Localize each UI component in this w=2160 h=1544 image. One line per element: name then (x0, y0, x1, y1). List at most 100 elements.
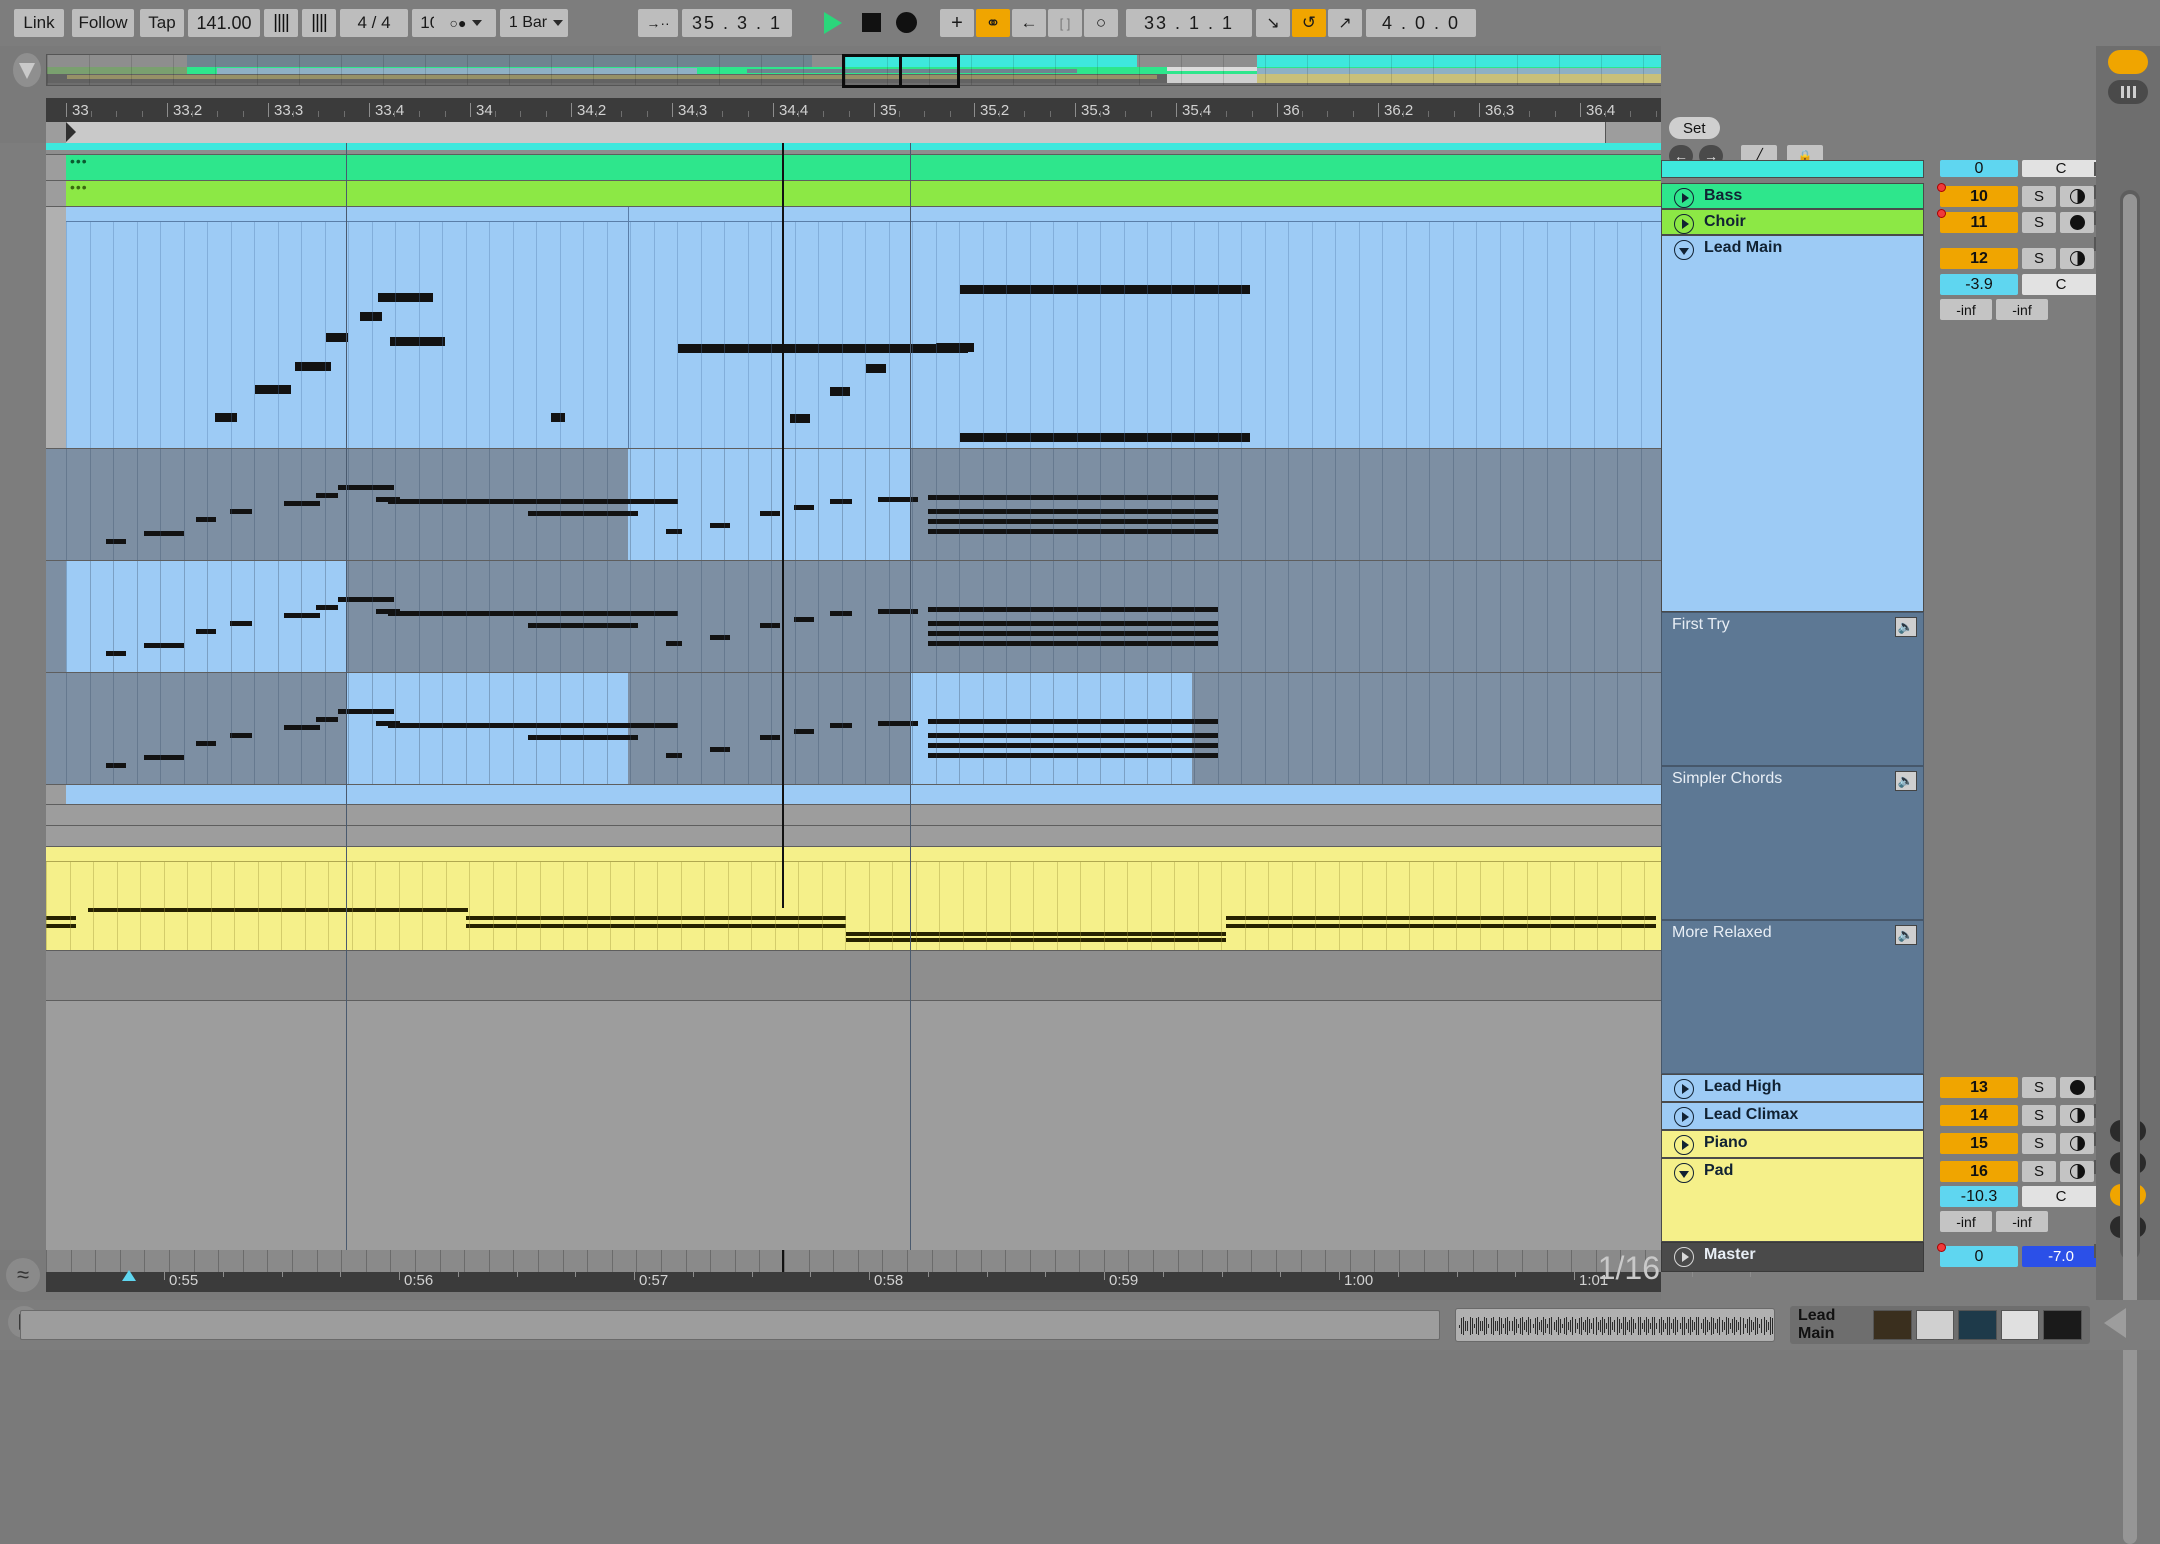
midi-note[interactable] (255, 385, 291, 394)
midi-note[interactable] (794, 729, 814, 734)
track-lane-piano[interactable] (46, 826, 1661, 847)
volume-field[interactable]: -10.3 (1940, 1186, 2018, 1207)
solo-button[interactable]: S (2022, 1105, 2056, 1126)
arm-button[interactable] (2060, 1133, 2094, 1154)
pan-control[interactable]: C (2022, 160, 2100, 177)
punch-in-button[interactable]: →·· (638, 9, 678, 37)
track-header-choir[interactable]: Choir (1661, 209, 1924, 235)
track-name[interactable]: Choir (1704, 213, 1746, 231)
midi-note[interactable] (196, 741, 216, 746)
track-fold-button[interactable] (1674, 214, 1694, 234)
playhead[interactable] (782, 143, 784, 908)
take-lane-header-simpler-chords[interactable]: Simpler Chords 🔈 (1661, 766, 1924, 920)
session-view-button[interactable] (2108, 50, 2148, 74)
midi-note[interactable] (88, 908, 468, 912)
take-clip-selected[interactable] (346, 673, 628, 784)
track-fold-button[interactable] (1674, 1135, 1694, 1155)
midi-note[interactable] (928, 607, 1218, 612)
overview-selection-frame[interactable] (842, 54, 960, 88)
device-thumbnail[interactable] (1873, 1310, 1912, 1340)
midi-note[interactable] (710, 747, 730, 752)
track-header-lead-high[interactable]: Lead High (1661, 1074, 1924, 1102)
midi-note[interactable] (928, 621, 1218, 626)
track-fold-button[interactable] (1674, 1247, 1694, 1267)
midi-note[interactable] (928, 719, 1218, 724)
midi-note[interactable] (230, 509, 252, 514)
midi-note[interactable] (830, 499, 852, 504)
track-header-piano[interactable]: Piano (1661, 1130, 1924, 1158)
tempo-field[interactable]: 141.00 (188, 9, 260, 37)
track-number[interactable]: 15 (1940, 1133, 2018, 1154)
clip-lead-main[interactable] (66, 207, 1661, 448)
track-header-lead-climax[interactable]: Lead Climax (1661, 1102, 1924, 1130)
send-a-field[interactable]: -inf (1940, 1211, 1992, 1232)
record-button[interactable] (896, 12, 917, 33)
track-lane-master[interactable] (46, 951, 1661, 1001)
midi-note[interactable] (936, 343, 974, 352)
send-a-field[interactable]: -inf (1940, 299, 1992, 320)
midi-note[interactable] (960, 433, 1250, 442)
track-lane-lead-high[interactable] (46, 785, 1661, 805)
solo-button[interactable]: S (2022, 1077, 2056, 1098)
track-lane-lead-main[interactable] (46, 207, 1661, 511)
midi-note[interactable] (466, 916, 846, 920)
nudge-button[interactable]: |||| (302, 9, 336, 37)
midi-note[interactable] (928, 509, 1218, 514)
track-lane-pad[interactable]: ••• (46, 847, 1661, 951)
midi-note[interactable] (928, 495, 1218, 500)
arm-button[interactable] (2060, 212, 2094, 233)
midi-note[interactable] (230, 621, 252, 626)
track-fold-button[interactable] (1674, 1079, 1694, 1099)
follow-button[interactable]: Follow (72, 9, 134, 37)
loop-start-field[interactable]: 33 . 1 . 1 (1126, 9, 1252, 37)
track-name[interactable]: Lead High (1704, 1078, 1781, 1096)
clip-header[interactable] (66, 207, 1661, 222)
track-name[interactable]: Pad (1704, 1162, 1733, 1180)
midi-note[interactable] (928, 753, 1218, 758)
track-fold-button[interactable] (1674, 188, 1694, 208)
clip-choir[interactable]: ••• (66, 181, 1661, 206)
master-cue-volume[interactable]: 0 (1937, 1243, 2018, 1267)
take-clip-selected[interactable] (910, 673, 1192, 784)
midi-arrangement-mode[interactable]: ○● (434, 9, 496, 37)
loop-region[interactable] (66, 122, 1606, 143)
time-signature-field[interactable]: 4 / 4 (340, 9, 408, 37)
master-volume[interactable]: -7.0 (2022, 1246, 2100, 1267)
solo-button[interactable]: S (2022, 1133, 2056, 1154)
link-button[interactable]: Link (14, 9, 64, 37)
hide-detail-view-button[interactable] (2104, 1308, 2126, 1338)
clip-overview-thumbnail[interactable] (1455, 1308, 1775, 1342)
midi-note[interactable] (46, 924, 76, 928)
volume-field[interactable]: -3.9 (1940, 274, 2018, 295)
device-thumbnail[interactable] (2043, 1310, 2082, 1340)
track-number[interactable]: 0 (1940, 160, 2018, 177)
midi-note[interactable] (106, 539, 126, 544)
midi-note[interactable] (960, 285, 1250, 294)
midi-note[interactable] (196, 517, 216, 522)
solo-button[interactable]: S (2022, 1161, 2056, 1182)
stop-button[interactable] (862, 13, 881, 32)
midi-note[interactable] (230, 733, 252, 738)
midi-note[interactable] (388, 723, 678, 728)
midi-note[interactable] (666, 753, 682, 758)
track-lane-lead-climax[interactable] (46, 805, 1661, 826)
follow-selection-button[interactable]: [ ] (1048, 9, 1082, 37)
device-thumbnail[interactable] (1915, 1310, 1955, 1340)
midi-note[interactable] (466, 924, 846, 928)
punch-out-toggle[interactable]: ↗ (1328, 9, 1362, 37)
back-to-arrangement-button[interactable]: ← (1012, 9, 1046, 37)
midi-note[interactable] (928, 733, 1218, 738)
take-clip[interactable] (910, 449, 1661, 560)
loop-length-field[interactable]: 4 . 0 . 0 (1366, 9, 1476, 37)
take-lane-more-relaxed[interactable] (46, 673, 1661, 785)
take-lane-header-more-relaxed[interactable]: More Relaxed 🔈 (1661, 920, 1924, 1074)
speaker-icon[interactable]: 🔈 (1895, 617, 1917, 637)
take-lane-name[interactable]: First Try (1672, 616, 1730, 634)
midi-note[interactable] (196, 629, 216, 634)
clip[interactable] (46, 143, 1661, 150)
midi-note[interactable] (928, 631, 1218, 636)
arrangement-position[interactable]: 35 . 3 . 1 (682, 9, 792, 37)
midi-note[interactable] (830, 723, 852, 728)
track-fold-button[interactable] (1674, 240, 1694, 260)
midi-note[interactable] (928, 743, 1218, 748)
